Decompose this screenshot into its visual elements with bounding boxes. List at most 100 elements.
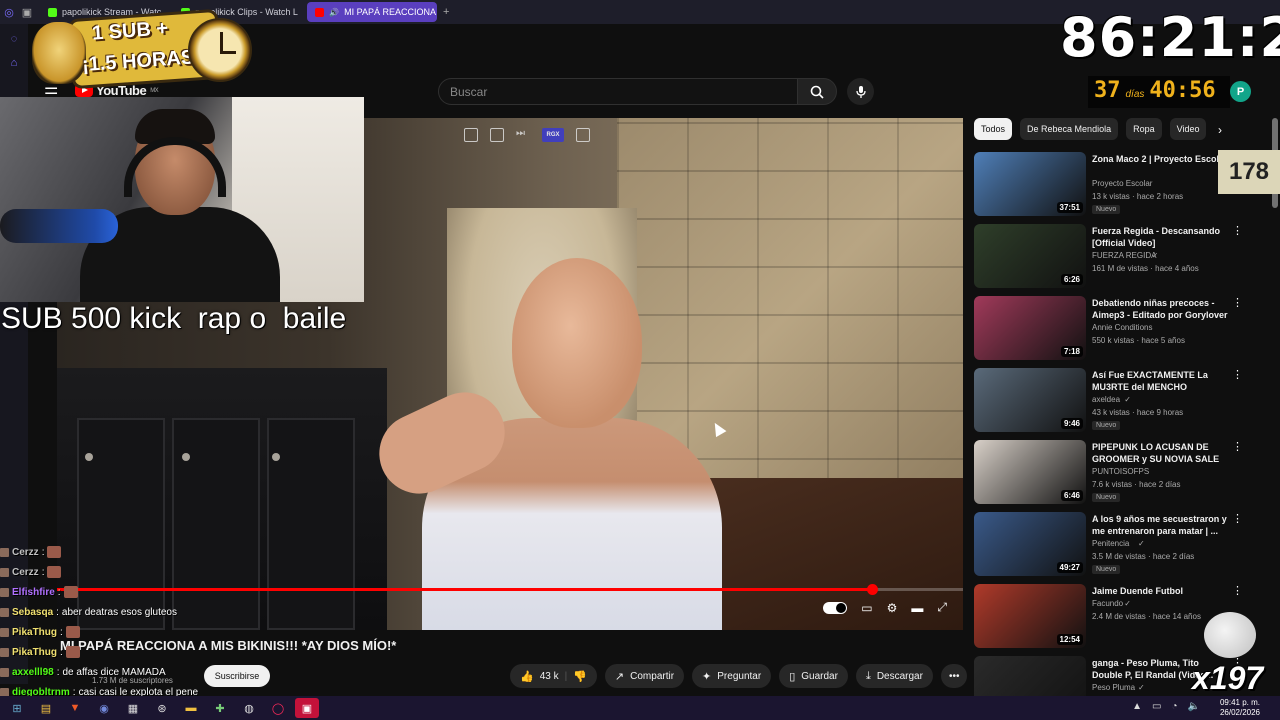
account-avatar[interactable]: P bbox=[1230, 81, 1251, 102]
search-button[interactable] bbox=[797, 78, 837, 105]
recommendation-item[interactable]: 6:26 Fuerza Regida - Descansando [Officia… bbox=[974, 224, 1244, 294]
more-options-icon[interactable]: ⋮ bbox=[1232, 224, 1243, 237]
exit-icon[interactable] bbox=[490, 128, 504, 142]
channel-name[interactable]: PUNTOISOFPS bbox=[1092, 467, 1149, 476]
video-extension-toolbar: ⏭ RGX bbox=[464, 128, 590, 142]
channel-name[interactable]: Peso Pluma bbox=[1092, 683, 1135, 692]
chip-all[interactable]: Todos bbox=[974, 118, 1013, 140]
subtitles-icon[interactable]: ▭ bbox=[861, 601, 872, 615]
battery-icon[interactable]: ▭ bbox=[1152, 701, 1161, 712]
chat-username[interactable]: PikaThug bbox=[12, 627, 57, 638]
recommendation-title[interactable]: Zona Maco 2 | Proyecto Escolar bbox=[1092, 153, 1228, 165]
channel-name[interactable]: FUERZA REGIDA bbox=[1092, 251, 1156, 260]
channel-name[interactable]: Facundo bbox=[1092, 599, 1123, 608]
video-thumbnail[interactable]: 12:54 bbox=[974, 584, 1086, 648]
settings-icon[interactable]: ⚙ bbox=[887, 601, 898, 615]
tab-youtube-video[interactable]: 🔊 MI PAPÁ REACCIONA A × bbox=[307, 2, 438, 22]
like-button[interactable]: 👍 43 k | 👎 bbox=[510, 664, 597, 688]
system-clock[interactable]: 09:41 p. m. 26/02/2026 bbox=[1220, 698, 1260, 718]
chip-channel[interactable]: De Rebeca Mendiola bbox=[1020, 118, 1119, 140]
network-icon[interactable]: ◔ bbox=[1172, 701, 1178, 712]
more-actions-button[interactable]: ••• bbox=[940, 664, 968, 688]
autoplay-toggle[interactable] bbox=[823, 601, 848, 614]
obs-icon[interactable]: ▣ bbox=[295, 698, 319, 718]
video-thumbnail[interactable]: 37:51 bbox=[974, 152, 1086, 216]
chevron-right-icon[interactable]: › bbox=[1218, 123, 1222, 137]
app-icon[interactable]: ◍ bbox=[237, 698, 261, 718]
recommendation-item[interactable]: 49:27 A los 9 años me secuestraron y me e… bbox=[974, 512, 1244, 582]
recommendation-item[interactable]: 37:51 Zona Maco 2 | Proyecto Escolar Proye… bbox=[974, 152, 1244, 222]
search-input[interactable]: Buscar bbox=[438, 78, 798, 105]
file-explorer-icon[interactable]: ▤ bbox=[34, 698, 58, 718]
ask-button[interactable]: ✦ Preguntar bbox=[692, 664, 772, 688]
download-button[interactable]: ⤓ Descargar bbox=[855, 664, 933, 688]
more-options-icon[interactable]: ⋮ bbox=[1232, 512, 1243, 525]
folder-icon[interactable]: ▬ bbox=[179, 698, 203, 718]
voice-search-button[interactable] bbox=[847, 78, 874, 105]
recommendation-title[interactable]: Así Fue EXACTAMENTE La MU3RTE del MENCHO bbox=[1092, 369, 1228, 393]
video-thumbnail[interactable]: 49:27 bbox=[974, 512, 1086, 576]
recommendation-title[interactable]: PIPEPUNK LO ACUSAN DE GROOMER y SU NOVIA… bbox=[1092, 441, 1228, 466]
discord-icon[interactable]: ◉ bbox=[92, 698, 116, 718]
chip-video[interactable]: Video bbox=[1169, 118, 1206, 140]
steam-icon[interactable]: ⊛ bbox=[150, 698, 174, 718]
video-thumbnail[interactable]: 6:46 bbox=[974, 440, 1086, 504]
recommendation-item[interactable]: 6:46 PIPEPUNK LO ACUSAN DE GROOMER y SU N… bbox=[974, 440, 1244, 510]
chat-username[interactable]: Sebasqa bbox=[12, 607, 53, 618]
chat-username[interactable]: Elfishfire bbox=[12, 587, 55, 598]
more-options-icon[interactable]: ⋮ bbox=[1232, 584, 1243, 597]
opera-icon[interactable]: ◎ bbox=[0, 3, 18, 21]
cabinet-knob bbox=[85, 453, 93, 461]
channel-name[interactable]: Penitencia bbox=[1092, 539, 1129, 548]
ai-icon[interactable]: ⌂ bbox=[5, 54, 23, 72]
chat-username[interactable]: Cerzz bbox=[12, 567, 39, 578]
chat-username[interactable]: PikaThug bbox=[12, 647, 57, 658]
view-meta: 161 M de vistas · hace 4 años bbox=[1092, 264, 1199, 273]
chat-message: axxelll98: de affas dice MAMADA bbox=[0, 662, 360, 682]
volume-icon[interactable]: 🔈 bbox=[1188, 701, 1200, 712]
miniplayer-icon[interactable] bbox=[576, 128, 590, 142]
popout-icon[interactable] bbox=[464, 128, 478, 142]
video-thumbnail[interactable]: 6:26 bbox=[974, 224, 1086, 288]
channel-name[interactable]: Annie Conditions bbox=[1092, 323, 1152, 332]
mascot-icon bbox=[32, 22, 86, 84]
store-icon[interactable]: ▦ bbox=[121, 698, 145, 718]
recommendation-title[interactable]: Fuerza Regida - Descansando [Official Vi… bbox=[1092, 225, 1228, 249]
download-label: Descargar bbox=[876, 670, 923, 682]
video-thumbnail[interactable]: 9:46 bbox=[974, 368, 1086, 432]
video-thumbnail[interactable]: 7:18 bbox=[974, 296, 1086, 360]
more-options-icon[interactable]: ⋮ bbox=[1232, 368, 1243, 381]
chat-message: Cerzz: bbox=[0, 562, 360, 582]
share-button[interactable]: ↗ Compartir bbox=[604, 664, 685, 688]
more-options-icon[interactable]: ⋮ bbox=[1232, 440, 1243, 453]
recommendation-title[interactable]: Debatiendo niñas precoces - Aimep3 - Edi… bbox=[1092, 297, 1228, 321]
recommendation-title[interactable]: Jaime Duende Futbol bbox=[1092, 585, 1228, 597]
thumbs-down-icon[interactable]: 👎 bbox=[573, 670, 587, 683]
channel-name[interactable]: Proyecto Escolar bbox=[1092, 179, 1152, 188]
recommendation-item[interactable]: 7:18 Debatiendo niñas precoces - Aimep3 -… bbox=[974, 296, 1244, 366]
chip-clothes[interactable]: Ropa bbox=[1126, 118, 1162, 140]
chat-username[interactable]: Cerzz bbox=[12, 547, 39, 558]
chat-badge-icon bbox=[0, 587, 9, 597]
theater-mode-icon[interactable]: ▬ bbox=[911, 601, 923, 615]
rgx-button[interactable]: RGX bbox=[542, 128, 564, 142]
gamepad-icon[interactable]: ✚ bbox=[208, 698, 232, 718]
sparkle-icon: ✦ bbox=[702, 670, 712, 683]
next-icon[interactable]: ⏭ bbox=[516, 128, 530, 142]
opera-gx-icon[interactable]: ◯ bbox=[266, 698, 290, 718]
channel-name[interactable]: axeldea bbox=[1092, 395, 1120, 404]
recommendation-item[interactable]: 9:46 Así Fue EXACTAMENTE La MU3RTE del ME… bbox=[974, 368, 1244, 438]
more-options-icon[interactable]: ⋮ bbox=[1232, 296, 1243, 309]
chevron-up-icon[interactable]: ▲ bbox=[1132, 701, 1142, 712]
fullscreen-icon[interactable]: ⤢ bbox=[937, 600, 947, 615]
chat-username[interactable]: axxelll98 bbox=[12, 667, 54, 678]
brave-icon[interactable]: ▼ bbox=[63, 698, 87, 718]
recommendation-item[interactable]: 12:54 Jaime Duende Futbol Facundo ✓ 2.4 M d… bbox=[974, 584, 1244, 654]
recommendation-title[interactable]: A los 9 años me secuestraron y me entren… bbox=[1092, 513, 1228, 537]
save-button[interactable]: ▯ Guardar bbox=[779, 664, 848, 688]
new-tab-button[interactable]: + bbox=[437, 3, 455, 21]
ghost-emote-icon bbox=[1204, 612, 1256, 658]
windows-start-icon[interactable]: ⊞ bbox=[5, 698, 29, 718]
system-tray: ▲ ▭ ◔ 🔈 bbox=[1132, 701, 1200, 712]
messenger-icon[interactable]: ◌ bbox=[5, 30, 23, 48]
